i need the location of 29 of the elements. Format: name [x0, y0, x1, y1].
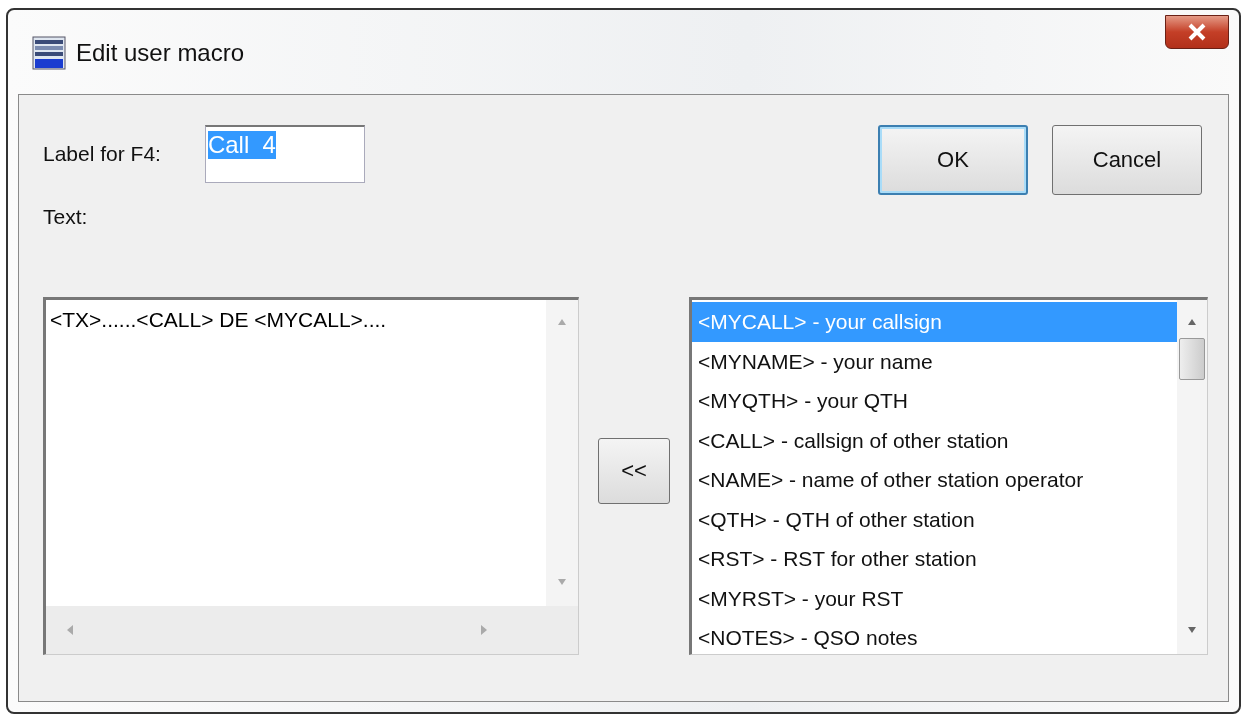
macro-list-item[interactable]: <CALL> - callsign of other station	[692, 420, 1177, 460]
text-area[interactable]: <TX>......<CALL> DE <MYCALL>....	[43, 297, 579, 655]
right-arrow-icon	[480, 624, 488, 636]
ok-button[interactable]: OK	[878, 125, 1028, 195]
close-button[interactable]	[1165, 15, 1229, 49]
macro-text: <TX>......<CALL> DE <MYCALL>....	[49, 307, 388, 333]
macro-list-item[interactable]: <MYRST> - your RST	[692, 578, 1177, 618]
up-arrow-icon	[557, 318, 567, 326]
macro-list-item[interactable]: <NAME> - name of other station operator	[692, 460, 1177, 500]
macro-list-item[interactable]: <RST> - RST for other station	[692, 539, 1177, 579]
left-arrow-icon	[66, 624, 74, 636]
scroll-thumb[interactable]	[1179, 338, 1205, 380]
window-title: Edit user macro	[76, 39, 245, 67]
vertical-scrollbar[interactable]	[546, 300, 578, 606]
cancel-button[interactable]: Cancel	[1052, 125, 1202, 195]
macro-list-item[interactable]: <QTH> - QTH of other station	[692, 499, 1177, 539]
close-icon	[1187, 23, 1207, 41]
text-label: Text:	[43, 205, 89, 229]
down-arrow-icon	[1187, 626, 1197, 634]
label-for-f4: Label for F4:	[43, 142, 161, 166]
macro-list-item[interactable]: <NOTES> - QSO notes	[692, 618, 1177, 658]
horizontal-scrollbar[interactable]	[46, 606, 578, 654]
app-icon	[32, 36, 66, 70]
up-arrow-icon	[1187, 318, 1197, 326]
macro-list-item[interactable]: <MYNAME> - your name	[692, 341, 1177, 381]
insert-button[interactable]: <<	[598, 438, 670, 504]
list-scrollbar[interactable]	[1177, 300, 1207, 654]
down-arrow-icon	[557, 578, 567, 586]
macro-list-item[interactable]: <MYQTH> - your QTH	[692, 381, 1177, 421]
